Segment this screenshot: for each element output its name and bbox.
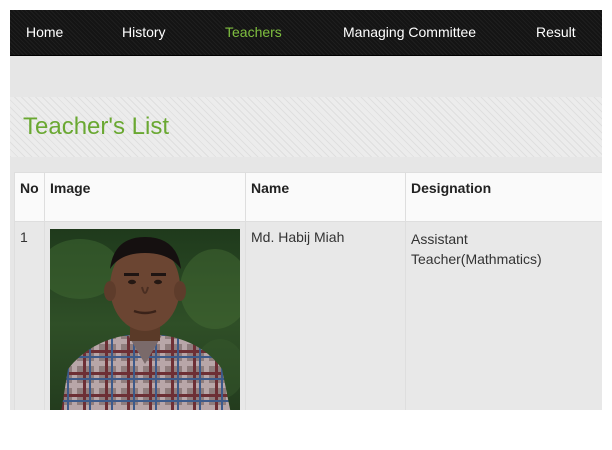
nav-result[interactable]: Result	[536, 10, 576, 55]
column-header-no: No	[14, 172, 45, 222]
nav-history[interactable]: History	[122, 10, 166, 55]
page-title: Teacher's List	[23, 113, 169, 140]
nav-home[interactable]: Home	[26, 10, 63, 55]
nav-teachers[interactable]: Teachers	[225, 10, 282, 55]
page-frame: Home History Teachers Managing Committee…	[10, 10, 602, 410]
main-navbar: Home History Teachers Managing Committee…	[10, 10, 602, 56]
teacher-photo	[50, 229, 240, 410]
column-header-designation: Designation	[405, 172, 602, 222]
table-row: 1 Md. Habij Miah Assistant Teacher(Mathm…	[14, 221, 602, 410]
column-header-image: Image	[44, 172, 246, 222]
cell-name: Md. Habij Miah	[245, 221, 406, 410]
table-header-row: No Image Name Designation	[14, 172, 602, 222]
teachers-table: No Image Name Designation 1 Md. Habij Mi…	[14, 172, 602, 410]
column-header-name: Name	[245, 172, 406, 222]
cell-designation: Assistant Teacher(Mathmatics)	[405, 221, 602, 410]
page-title-band: Teacher's List	[10, 97, 602, 157]
cell-no: 1	[14, 221, 45, 410]
cell-image	[44, 221, 246, 410]
nav-managing-committee[interactable]: Managing Committee	[343, 10, 476, 55]
